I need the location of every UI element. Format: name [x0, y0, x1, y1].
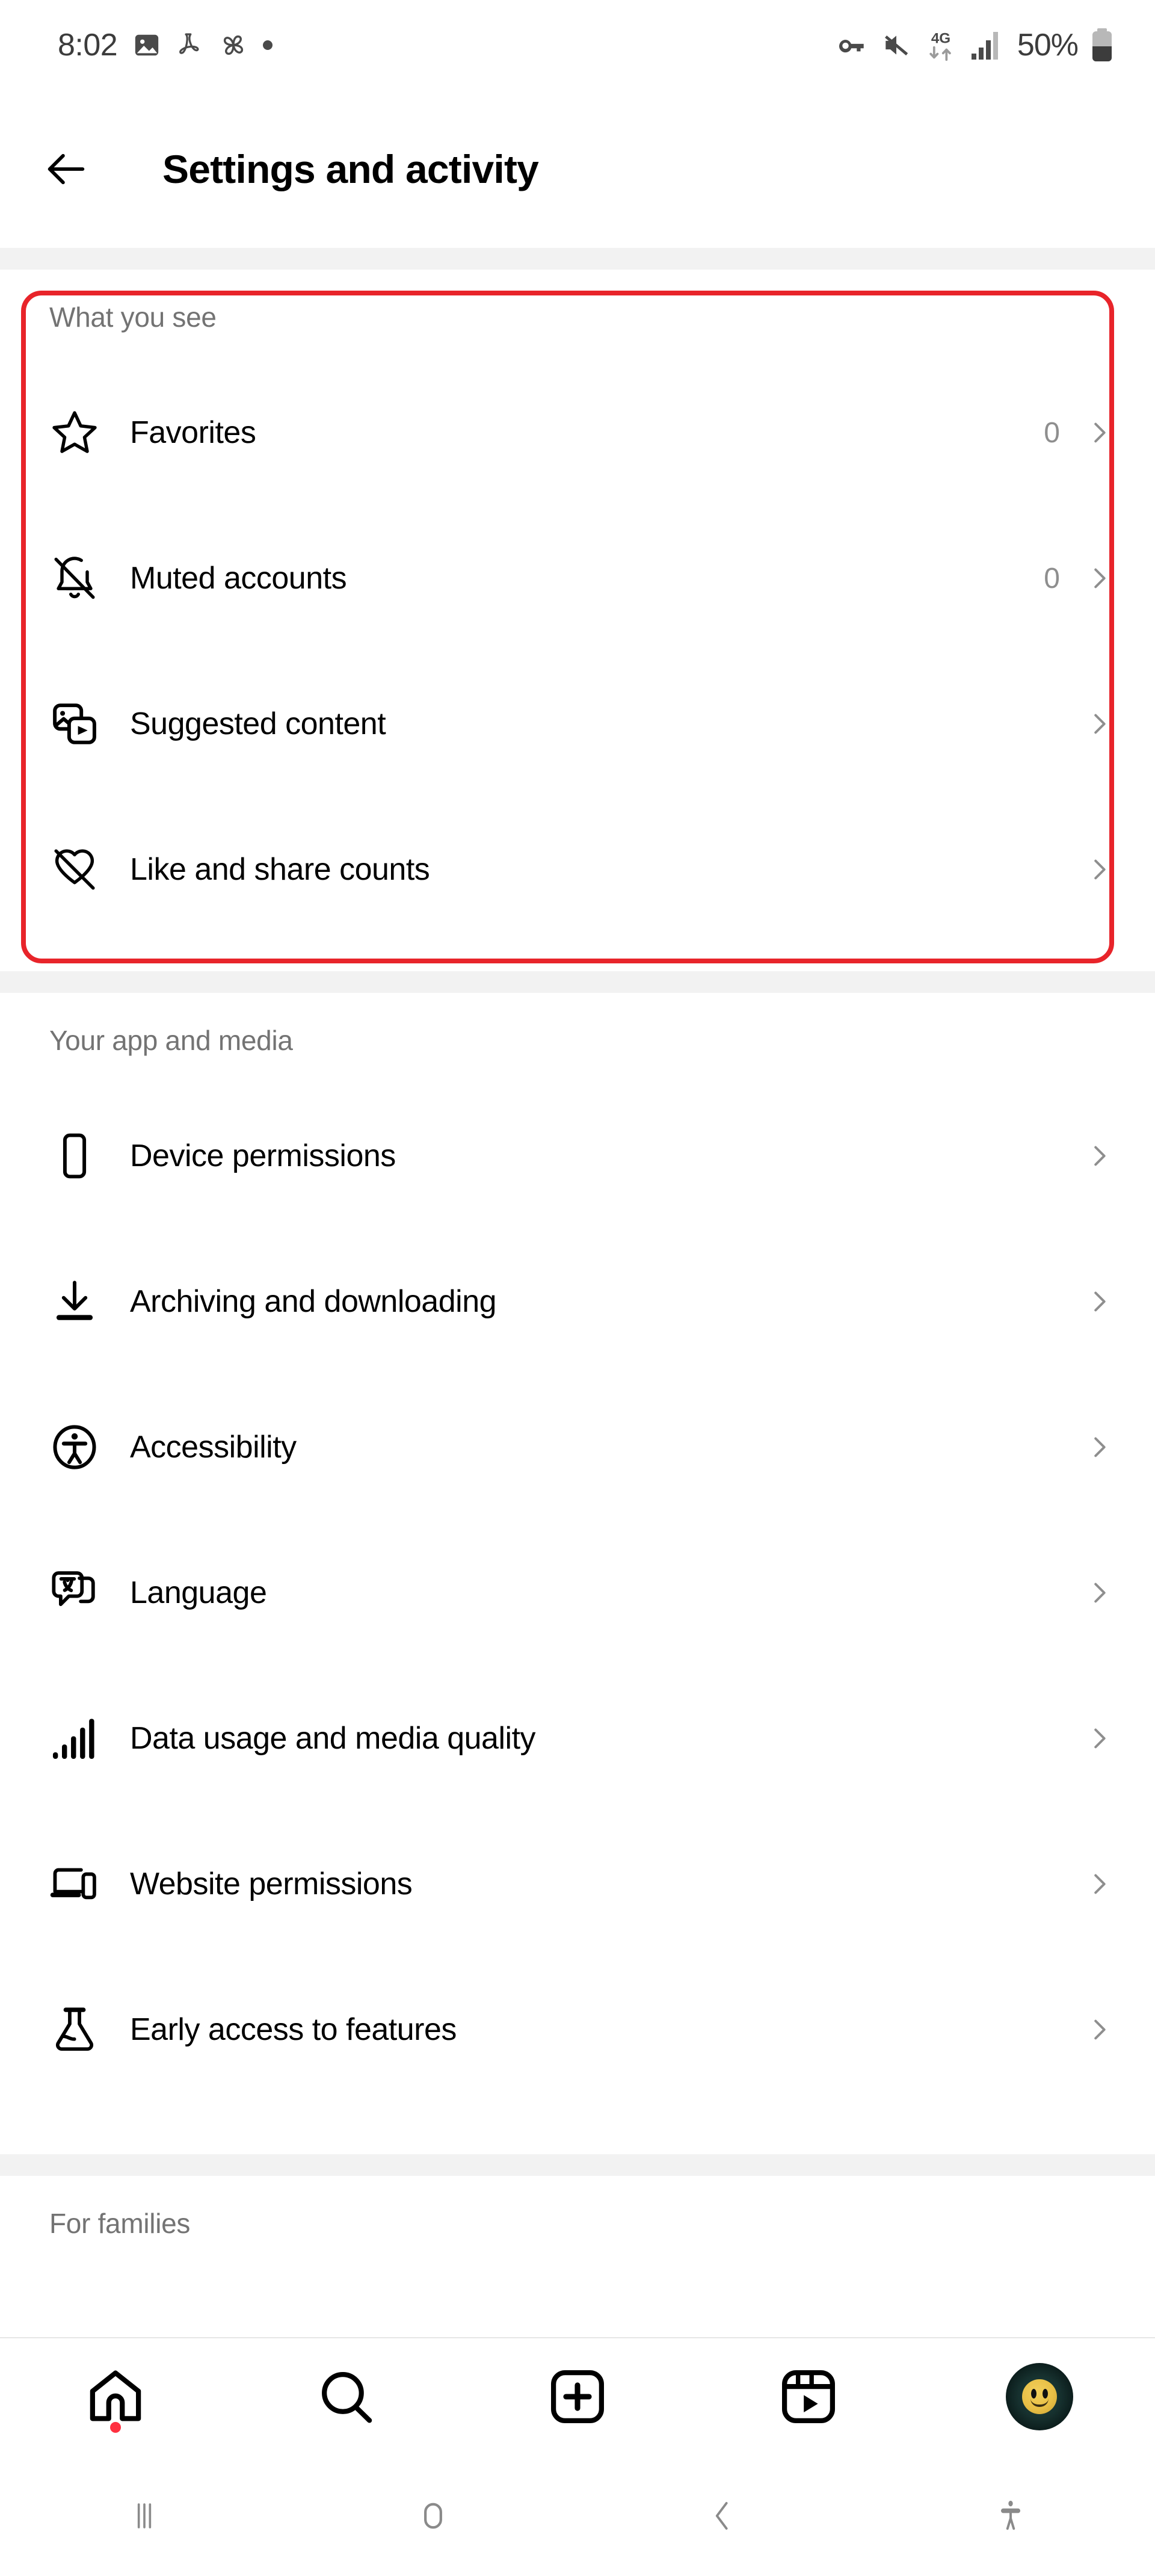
section-divider-band-2 [0, 971, 1155, 993]
settings-row-device-permissions[interactable]: Device permissions [0, 1083, 1155, 1229]
settings-row-label: Data usage and media quality [130, 1721, 536, 1756]
download-icon [49, 1276, 105, 1327]
settings-row-label: Website permissions [130, 1867, 413, 1901]
settings-row-archiving-and-downloading[interactable]: Archiving and downloading [0, 1229, 1155, 1374]
settings-row-like-and-share-counts[interactable]: Like and share counts [0, 797, 1155, 942]
heart-slash-icon [49, 844, 105, 895]
chevron-right-icon [1085, 1725, 1113, 1752]
settings-row-accessibility[interactable]: Accessibility [0, 1374, 1155, 1520]
settings-row-label: Accessibility [130, 1430, 297, 1465]
settings-row-favorites[interactable]: Favorites 0 [0, 360, 1155, 505]
battery-percent-label: 50% [1017, 28, 1079, 63]
instagram-settings-screen: 8:02 4G 50% Settings and activity What y… [0, 0, 1155, 2576]
bell-slash-icon [49, 553, 105, 604]
signal-bars-icon [970, 29, 1004, 61]
system-navigation-bar [0, 2455, 1155, 2576]
status-time: 8:02 [58, 28, 118, 63]
nav-item-profile[interactable] [979, 2338, 1100, 2456]
settings-row-label: Archiving and downloading [130, 1284, 497, 1319]
dot-indicator [263, 40, 273, 50]
status-bar-right: 4G 50% [838, 27, 1113, 63]
chevron-right-icon [1085, 1142, 1113, 1170]
battery-icon [1091, 28, 1113, 62]
chevron-right-icon [1085, 1288, 1113, 1315]
settings-row-label: Device permissions [130, 1138, 396, 1173]
avatar-smiley-face [1022, 2379, 1057, 2414]
nav-item-search[interactable] [286, 2338, 407, 2456]
status-bar-left: 8:02 [58, 27, 273, 63]
section-divider-band-1 [0, 248, 1155, 270]
suggested-media-icon [49, 699, 105, 749]
back-button[interactable] [21, 144, 111, 194]
chevron-right-icon [1085, 2016, 1113, 2043]
settings-row-label: Like and share counts [130, 852, 430, 887]
settings-row-label: Language [130, 1575, 267, 1610]
nav-item-reels[interactable] [748, 2338, 869, 2456]
recents-icon [123, 2495, 165, 2537]
page-title: Settings and activity [162, 147, 539, 191]
nav-item-create[interactable] [517, 2338, 638, 2456]
signal-bars-icon [49, 1713, 105, 1764]
devices-icon [49, 1859, 105, 1909]
settings-row-data-usage-and-media-quality[interactable]: Data usage and media quality [0, 1666, 1155, 1811]
back-arrow-icon [42, 144, 91, 194]
flask-icon [49, 2004, 105, 2055]
section-your-app-and-media: Your app and media Device permissions Ar… [0, 993, 1155, 2102]
settings-row-count: 0 [1044, 562, 1060, 595]
chevron-right-icon [1085, 564, 1113, 592]
reels-icon [777, 2365, 840, 2428]
image-icon [133, 31, 161, 59]
chevron-right-icon [1085, 856, 1113, 883]
chevron-right-icon [1085, 1870, 1113, 1898]
settings-row-language[interactable]: Language [0, 1520, 1155, 1666]
bottom-navigation-bar [0, 2337, 1155, 2455]
profile-avatar [1006, 2363, 1073, 2430]
settings-row-muted-accounts[interactable]: Muted accounts 0 [0, 505, 1155, 651]
4g-data-icon: 4G [925, 28, 957, 62]
star-icon [49, 407, 105, 458]
home-notification-badge [110, 2422, 121, 2433]
adobe-acrobat-icon [176, 31, 204, 59]
sysnav-home-button[interactable] [289, 2495, 578, 2537]
settings-row-label: Suggested content [130, 706, 386, 741]
pinwheel-icon [220, 31, 247, 59]
create-icon [546, 2365, 609, 2428]
accessibility-menu-icon [990, 2495, 1032, 2537]
settings-row-early-access-to-features[interactable]: Early access to features [0, 1957, 1155, 2102]
settings-row-label: Early access to features [130, 2012, 457, 2047]
sysnav-recents-button[interactable] [0, 2495, 289, 2537]
accessibility-icon [49, 1422, 105, 1472]
vpn-key-icon [838, 30, 868, 60]
chevron-right-icon [1085, 419, 1113, 446]
chevron-right-icon [1085, 1433, 1113, 1461]
section-what-you-see: What you see Favorites 0 Muted accounts … [0, 270, 1155, 942]
section-title-for-families: For families [49, 2208, 191, 2239]
status-bar: 8:02 4G 50% [0, 0, 1155, 90]
settings-row-label: Favorites [130, 415, 256, 450]
phone-icon [49, 1131, 105, 1181]
section-title-what-you-see: What you see [49, 301, 217, 333]
settings-row-website-permissions[interactable]: Website permissions [0, 1811, 1155, 1957]
svg-text:4G: 4G [931, 30, 950, 46]
sysnav-back-button[interactable] [578, 2495, 866, 2537]
back-chevron-icon [701, 2495, 743, 2537]
volume-mute-icon [881, 30, 911, 60]
chevron-right-icon [1085, 1579, 1113, 1607]
search-icon [315, 2365, 378, 2428]
chevron-right-icon [1085, 710, 1113, 738]
translate-icon [49, 1568, 105, 1618]
home-icon [84, 2365, 147, 2428]
settings-row-count: 0 [1044, 416, 1060, 449]
settings-row-suggested-content[interactable]: Suggested content [0, 651, 1155, 797]
settings-row-label: Muted accounts [130, 561, 347, 596]
section-for-families: For families [0, 2176, 1155, 2240]
sysnav-accessibility-button[interactable] [866, 2495, 1155, 2537]
section-divider-band-3 [0, 2154, 1155, 2176]
section-title-your-app-and-media: Your app and media [49, 1025, 293, 1056]
home-circle-icon [412, 2495, 454, 2537]
nav-item-home[interactable] [55, 2338, 176, 2456]
page-header: Settings and activity [0, 90, 1155, 248]
